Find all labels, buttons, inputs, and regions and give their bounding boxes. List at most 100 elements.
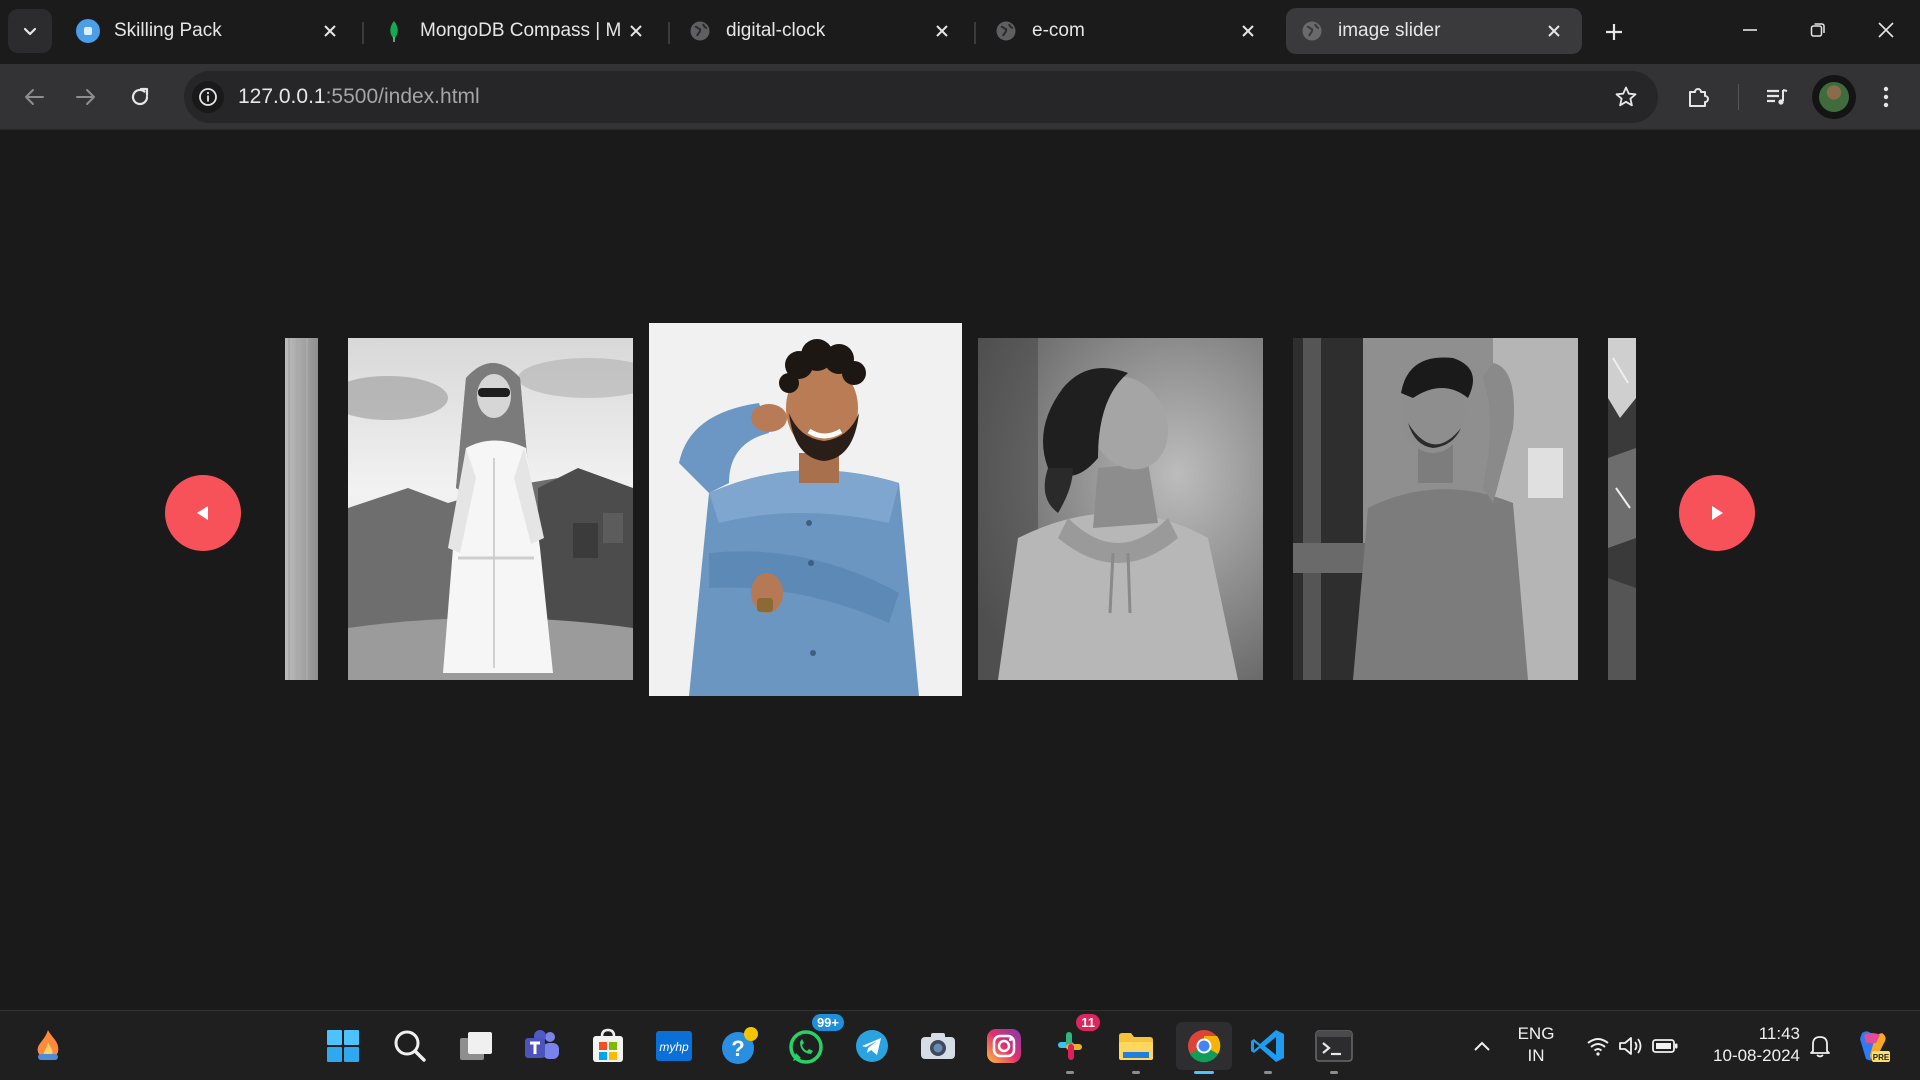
quick-settings-button[interactable] bbox=[1572, 1022, 1692, 1070]
triangle-left-icon bbox=[197, 506, 208, 520]
browser-menu-button[interactable] bbox=[1866, 77, 1906, 117]
teams-icon bbox=[525, 1030, 559, 1059]
store-bag-icon bbox=[593, 1028, 623, 1062]
globe-icon bbox=[1300, 19, 1324, 43]
terminal-app[interactable] bbox=[1310, 1022, 1358, 1074]
slide-woman-sunglasses[interactable] bbox=[348, 338, 633, 680]
restore-button[interactable] bbox=[1784, 0, 1852, 60]
slack-unread-badge: 11 bbox=[1076, 1014, 1100, 1031]
tab-title: e-com bbox=[1032, 20, 1085, 41]
slide-image bbox=[1608, 338, 1636, 680]
queue-music-icon bbox=[1767, 89, 1788, 105]
slide-partial-left[interactable] bbox=[285, 338, 318, 680]
minimize-button[interactable] bbox=[1716, 0, 1784, 60]
tab-image-slider[interactable]: image slider bbox=[1286, 8, 1582, 54]
tab-separator bbox=[668, 22, 670, 44]
restore-icon bbox=[1810, 23, 1825, 37]
clock-date: 10-08-2024 bbox=[1713, 1046, 1800, 1065]
chrome-icon bbox=[1188, 1030, 1221, 1063]
tab-mongodb-compass[interactable]: MongoDB Compass | Mo bbox=[368, 8, 664, 54]
reload-button[interactable] bbox=[120, 77, 160, 117]
file-explorer-app[interactable] bbox=[1112, 1022, 1160, 1074]
triangle-right-icon bbox=[1712, 506, 1723, 520]
close-tab-icon[interactable] bbox=[1234, 17, 1262, 45]
slide-image bbox=[978, 338, 1263, 680]
back-button[interactable] bbox=[14, 77, 54, 117]
camera-icon bbox=[921, 1033, 955, 1059]
slack-app[interactable]: 11 bbox=[1046, 1014, 1100, 1074]
slide-man-tshirt[interactable] bbox=[1293, 338, 1578, 680]
teams-app[interactable] bbox=[518, 1022, 566, 1070]
svg-text:?: ? bbox=[731, 1036, 744, 1061]
instagram-app[interactable] bbox=[980, 1022, 1028, 1070]
skilling-pack-icon bbox=[76, 19, 100, 43]
slide-partial-right[interactable] bbox=[1608, 338, 1636, 680]
profile-avatar[interactable] bbox=[1812, 75, 1856, 119]
bookmark-star-icon[interactable] bbox=[1610, 81, 1642, 113]
next-slide-button[interactable] bbox=[1679, 475, 1755, 551]
running-indicator bbox=[1066, 1071, 1074, 1074]
prev-slide-button[interactable] bbox=[165, 475, 241, 551]
slide-image bbox=[1293, 338, 1578, 680]
avatar-image bbox=[1819, 82, 1849, 112]
battery-icon bbox=[1652, 1039, 1678, 1053]
camera-app[interactable] bbox=[914, 1022, 962, 1070]
windows-logo-icon bbox=[327, 1030, 359, 1062]
copilot-icon: PRE bbox=[1860, 1031, 1890, 1062]
region-code: IN bbox=[1527, 1046, 1545, 1065]
slide-man-hoodie[interactable] bbox=[978, 338, 1263, 680]
arrow-right-icon bbox=[76, 89, 95, 105]
plus-icon bbox=[1606, 24, 1622, 40]
site-info-icon[interactable] bbox=[192, 81, 224, 113]
browser-toolbar: 127.0.0.1:5500/index.html bbox=[0, 64, 1920, 130]
vscode-app[interactable] bbox=[1244, 1022, 1292, 1074]
chrome-app[interactable] bbox=[1176, 1022, 1232, 1074]
forward-button[interactable] bbox=[66, 77, 106, 117]
whatsapp-unread-badge: 99+ bbox=[811, 1014, 844, 1031]
telegram-app[interactable] bbox=[848, 1022, 896, 1070]
show-hidden-icons-button[interactable] bbox=[1466, 1022, 1498, 1070]
url-host: 127.0.0.1 bbox=[238, 85, 326, 108]
tab-search-button[interactable] bbox=[8, 9, 52, 53]
puzzle-icon bbox=[1689, 88, 1709, 107]
address-bar[interactable]: 127.0.0.1:5500/index.html bbox=[184, 71, 1658, 123]
extensions-button[interactable] bbox=[1679, 77, 1719, 117]
media-controls-button[interactable] bbox=[1757, 77, 1797, 117]
task-view-button[interactable] bbox=[452, 1022, 500, 1070]
slide-image bbox=[649, 323, 962, 696]
copilot-button[interactable]: PRE bbox=[1848, 1022, 1896, 1070]
arrow-left-icon bbox=[25, 89, 44, 105]
search-button[interactable] bbox=[386, 1022, 434, 1070]
url-text[interactable]: 127.0.0.1:5500/index.html bbox=[238, 85, 480, 109]
myhp-app[interactable]: myhp bbox=[650, 1022, 698, 1070]
slide-image bbox=[285, 338, 318, 680]
microsoft-store-app[interactable] bbox=[584, 1022, 632, 1070]
page-viewport bbox=[0, 131, 1920, 1010]
slide-smiling-man-active[interactable] bbox=[649, 323, 962, 696]
running-indicator bbox=[1264, 1071, 1272, 1074]
clock-button[interactable]: 11:43 10-08-2024 bbox=[1690, 1023, 1800, 1067]
bell-icon bbox=[1810, 1036, 1830, 1058]
close-tab-icon[interactable] bbox=[1540, 17, 1568, 45]
weather-flame-icon bbox=[37, 1030, 59, 1060]
close-window-button[interactable] bbox=[1852, 0, 1920, 60]
minimize-icon bbox=[1743, 29, 1757, 31]
tab-digital-clock[interactable]: digital-clock bbox=[674, 8, 970, 54]
close-tab-icon[interactable] bbox=[316, 17, 344, 45]
search-icon bbox=[394, 1030, 426, 1062]
notifications-button[interactable] bbox=[1804, 1022, 1836, 1070]
tab-skilling-pack[interactable]: Skilling Pack bbox=[62, 8, 358, 54]
widgets-button[interactable] bbox=[24, 1022, 72, 1070]
start-button[interactable] bbox=[319, 1022, 367, 1070]
new-tab-button[interactable] bbox=[1594, 12, 1634, 52]
input-language-indicator[interactable]: ENG IN bbox=[1508, 1023, 1564, 1067]
globe-icon bbox=[994, 19, 1018, 43]
whatsapp-app[interactable]: 99+ bbox=[782, 1014, 844, 1070]
get-help-app[interactable]: ? bbox=[716, 1022, 764, 1070]
mongodb-leaf-icon bbox=[382, 19, 406, 43]
windows-taskbar: myhp ? 99+ 11 ENG IN 11:43 10-08-2024 PR… bbox=[0, 1010, 1920, 1080]
myhp-icon: myhp bbox=[656, 1031, 692, 1061]
tab-e-com[interactable]: e-com bbox=[980, 8, 1276, 54]
close-tab-icon[interactable] bbox=[928, 17, 956, 45]
close-tab-icon[interactable] bbox=[622, 17, 650, 45]
